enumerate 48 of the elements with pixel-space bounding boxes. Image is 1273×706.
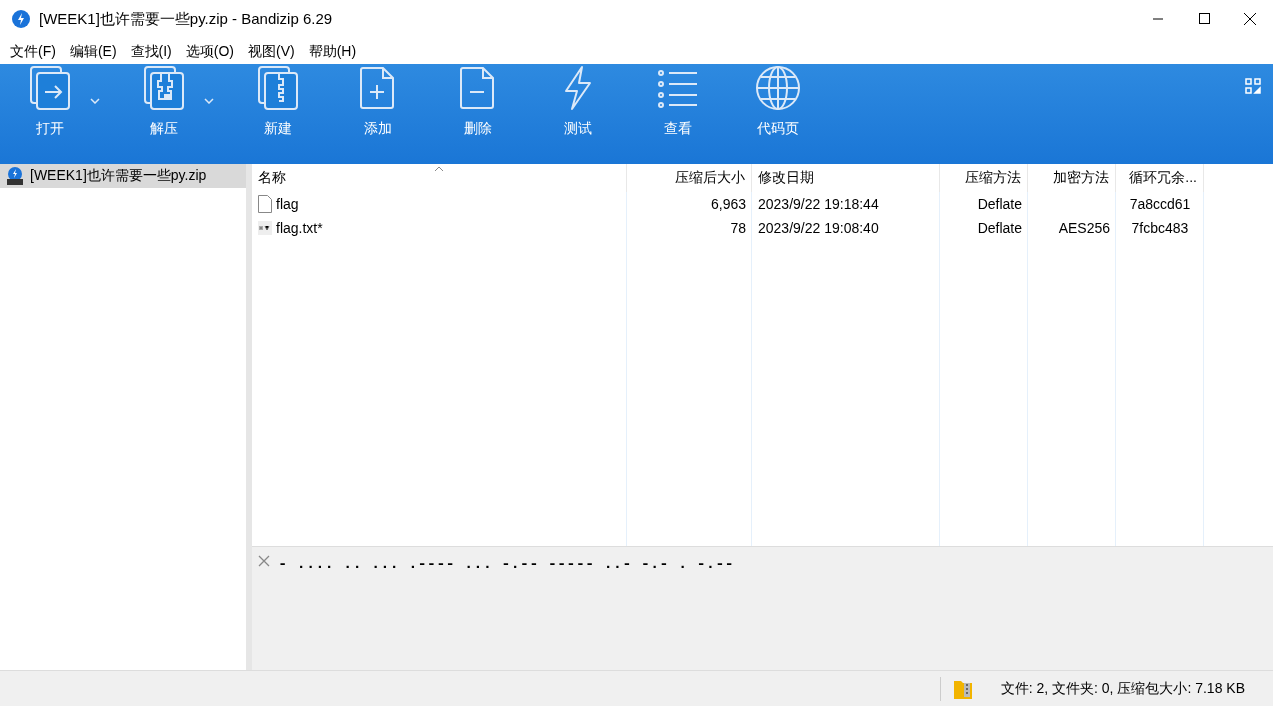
caret-icon[interactable]	[90, 98, 100, 104]
status-text: 文件: 2, 文件夹: 0, 压缩包大小: 7.18 KB	[1000, 679, 1245, 698]
menu-item[interactable]: 查找(I)	[123, 40, 179, 62]
column-header[interactable]: 压缩后大小	[675, 169, 745, 187]
menu-item[interactable]: 视图(V)	[241, 40, 302, 62]
table-cell: flag.txt*	[276, 220, 323, 236]
table-cell: 6,963	[710, 196, 746, 212]
window-title: [WEEK1]也许需要一些py.zip - Bandizip 6.29	[39, 9, 334, 29]
toolbar-button[interactable]: 打开	[11, 64, 89, 147]
table-cell: 7a8ccd61	[1129, 196, 1191, 212]
column-header[interactable]: 循环冗余...	[1129, 169, 1197, 187]
menu-item[interactable]: 选项(O)	[178, 40, 241, 62]
table-cell: AES256	[1058, 220, 1110, 236]
caret-icon[interactable]	[204, 98, 214, 104]
list-icon	[657, 68, 699, 108]
app-logo-icon	[12, 10, 30, 28]
table-cell: 7fcbc483	[1131, 220, 1189, 236]
menu-item[interactable]: 帮助(H)	[301, 40, 364, 62]
toolbar-button[interactable]: 代码页	[739, 64, 817, 147]
zipper-document-icon	[257, 65, 299, 111]
menu-item[interactable]: 编辑(E)	[62, 40, 124, 62]
archive-icon	[6, 167, 24, 185]
layout-icon[interactable]	[1245, 78, 1261, 94]
close-icon[interactable]	[258, 555, 270, 567]
toolbar-button[interactable]: 新建	[239, 64, 317, 147]
menu-item[interactable]: 文件(F)	[3, 40, 63, 62]
table-cell: 2023/9/22 19:08:40	[758, 220, 879, 236]
column-header[interactable]: 修改日期	[758, 169, 814, 187]
toolbar-button[interactable]: 查看	[639, 64, 717, 147]
toolbar-button[interactable]: 测试	[539, 64, 617, 147]
column-header[interactable]: 加密方法	[1053, 169, 1109, 187]
tree-item[interactable]: [WEEK1]也许需要一些py.zip	[0, 164, 246, 188]
table-cell: 78	[730, 220, 746, 236]
column-header[interactable]: 压缩方法	[965, 169, 1021, 187]
document-arrow-icon	[29, 65, 71, 111]
zipper-document-icon	[143, 65, 185, 111]
toolbar-button[interactable]: 解压	[125, 64, 203, 147]
column-header[interactable]: 名称	[258, 169, 286, 187]
file-icon	[258, 195, 272, 213]
table-cell: Deflate	[977, 196, 1022, 212]
table-cell: Deflate	[977, 220, 1022, 236]
globe-icon	[755, 65, 801, 111]
comment-text: - .... .. ... .---- ... -.-- ----- ..- -.- . -.--	[278, 555, 734, 573]
table-cell: flag	[276, 196, 299, 212]
toolbar-button[interactable]: 添加	[339, 64, 417, 147]
table-cell: 2023/9/22 19:18:44	[758, 196, 879, 212]
text-file-icon	[258, 221, 272, 235]
toolbar-button[interactable]: 删除	[439, 64, 517, 147]
